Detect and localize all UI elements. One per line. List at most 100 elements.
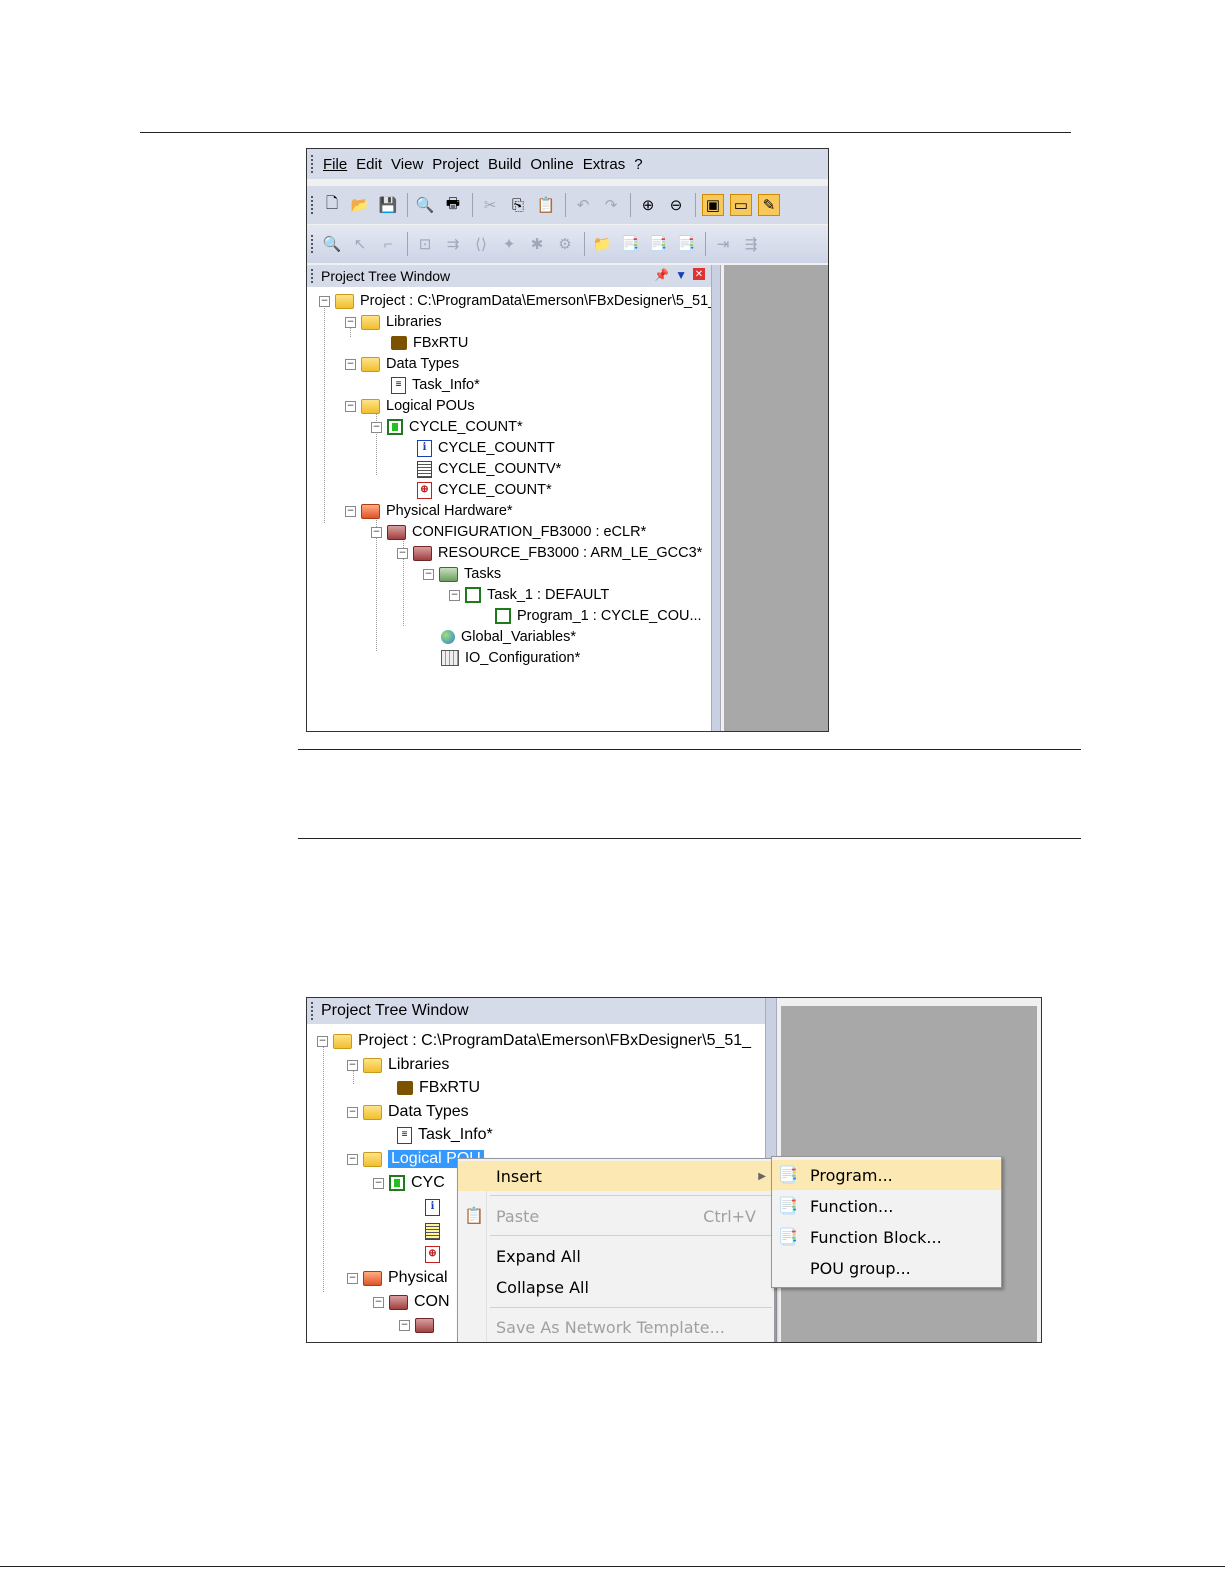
tree-node-task-info[interactable]: ≡ Task_Info* bbox=[391, 375, 480, 395]
menu-item-save-as-network-template[interactable]: Save As Network Template... bbox=[458, 1312, 774, 1342]
tree-node-cycle-countv[interactable] bbox=[425, 1220, 446, 1242]
tree-node-libraries[interactable]: − Libraries bbox=[345, 312, 442, 332]
tree-node-data-types[interactable]: − Data Types bbox=[347, 1101, 469, 1123]
paste-icon[interactable]: 📋 bbox=[535, 194, 557, 216]
tree-node-global-variables[interactable]: Global_Variables* bbox=[441, 627, 576, 647]
open-folder-icon[interactable]: 📂 bbox=[349, 194, 371, 216]
redo-icon[interactable]: ↷ bbox=[600, 194, 622, 216]
menu-help[interactable]: ? bbox=[634, 156, 642, 173]
tree-node-configuration[interactable]: − CON bbox=[373, 1291, 450, 1313]
object-search-icon[interactable]: 🔍 bbox=[321, 233, 343, 255]
tree-node-configuration[interactable]: − CONFIGURATION_FB3000 : eCLR* bbox=[371, 522, 646, 542]
collapse-icon[interactable]: − bbox=[347, 1106, 358, 1118]
menu-item-insert[interactable]: Insert ▶ bbox=[458, 1161, 774, 1191]
close-icon[interactable]: ✕ bbox=[693, 268, 705, 280]
tree-node-fbxrtu[interactable]: FBxRTU bbox=[391, 333, 468, 353]
save-icon[interactable]: 💾 bbox=[377, 194, 399, 216]
menu-file[interactable]: File bbox=[323, 156, 347, 173]
collapse-icon[interactable]: − bbox=[347, 1153, 358, 1165]
submenu-item-pou-group[interactable]: POU group... bbox=[772, 1253, 1001, 1283]
menu-project[interactable]: Project bbox=[432, 156, 479, 173]
zoom-in-icon[interactable]: ⊕ bbox=[637, 194, 659, 216]
collapse-icon[interactable]: − bbox=[345, 505, 356, 517]
menu-view[interactable]: View bbox=[391, 156, 423, 173]
tree-node-program1[interactable]: Program_1 : CYCLE_COU... bbox=[495, 606, 702, 626]
cut-icon[interactable]: ✂ bbox=[479, 194, 501, 216]
insert-function-block-icon[interactable]: 📑 bbox=[675, 233, 697, 255]
dropdown-icon[interactable]: ▼ bbox=[675, 268, 687, 282]
collapse-icon[interactable]: − bbox=[397, 547, 408, 559]
tree-node-cycle-countt[interactable]: i bbox=[425, 1196, 446, 1218]
menu-item-expand-all[interactable]: Expand All bbox=[458, 1241, 774, 1271]
insert-program-icon[interactable]: 📑 bbox=[619, 233, 641, 255]
coil-icon[interactable]: ⟨⟩ bbox=[470, 233, 492, 255]
project-tree-toggle-icon[interactable]: ▣ bbox=[702, 194, 724, 216]
message-window-toggle-icon[interactable]: ▭ bbox=[730, 194, 752, 216]
collapse-icon[interactable]: − bbox=[347, 1059, 358, 1071]
insert-pou-icon[interactable]: 📁 bbox=[591, 233, 613, 255]
code-worksheet-icon: ⊕ bbox=[425, 1245, 440, 1263]
tree-node-project[interactable]: − Project : C:\ProgramData\Emerson\FBxDe… bbox=[319, 291, 716, 311]
collapse-icon[interactable]: − bbox=[449, 589, 460, 601]
insert-step-icon[interactable]: ✦ bbox=[498, 233, 520, 255]
variable-icon[interactable]: ⊡ bbox=[414, 233, 436, 255]
print-preview-icon[interactable]: 🔍 bbox=[414, 194, 436, 216]
menu-build[interactable]: Build bbox=[488, 156, 521, 173]
collapse-icon[interactable]: − bbox=[373, 1177, 384, 1189]
submenu-item-function[interactable]: 📑 Function... bbox=[772, 1191, 1001, 1221]
insert-branch-icon[interactable]: ⚙ bbox=[554, 233, 576, 255]
new-file-icon[interactable]: 🗋 bbox=[321, 194, 343, 216]
collapse-icon[interactable]: − bbox=[345, 316, 356, 328]
tree-node-project[interactable]: − Project : C:\ProgramData\Emerson\FBxDe… bbox=[317, 1030, 751, 1052]
panel-splitter[interactable] bbox=[711, 265, 721, 731]
menu-edit[interactable]: Edit bbox=[356, 156, 382, 173]
step-forward-icon[interactable]: ⇥ bbox=[712, 233, 734, 255]
menu-item-paste[interactable]: 📋 Paste Ctrl+V bbox=[458, 1201, 774, 1231]
collapse-icon[interactable]: − bbox=[347, 1272, 358, 1284]
insert-transition-icon[interactable]: ✱ bbox=[526, 233, 548, 255]
collapse-icon[interactable]: − bbox=[345, 358, 356, 370]
collapse-icon[interactable]: − bbox=[423, 568, 434, 580]
tree-node-resource[interactable]: − bbox=[399, 1314, 440, 1336]
wizard-icon[interactable]: ✎ bbox=[758, 194, 780, 216]
tree-node-logical-pous[interactable]: − Logical POUs bbox=[345, 396, 475, 416]
copy-icon[interactable]: ⎘ bbox=[507, 194, 529, 216]
tree-node-physical-hardware[interactable]: − Physical Hardware* bbox=[345, 501, 513, 521]
tree-node-physical-hardware[interactable]: − Physical bbox=[347, 1267, 448, 1289]
tree-node-fbxrtu[interactable]: FBxRTU bbox=[397, 1077, 480, 1099]
tree-node-io-configuration[interactable]: IO_Configuration* bbox=[441, 648, 580, 668]
print-icon[interactable]: 🖶 bbox=[442, 194, 464, 216]
zoom-out-icon[interactable]: ⊖ bbox=[665, 194, 687, 216]
tree-node-task-info[interactable]: ≡ Task_Info* bbox=[397, 1124, 493, 1146]
tree-node-resource[interactable]: − RESOURCE_FB3000 : ARM_LE_GCC3* bbox=[397, 543, 702, 563]
step-icon[interactable]: ⇶ bbox=[740, 233, 762, 255]
collapse-icon[interactable]: − bbox=[399, 1319, 410, 1331]
tree-node-cycle-count-code[interactable]: ⊕ bbox=[425, 1243, 446, 1265]
menu-online[interactable]: Online bbox=[530, 156, 573, 173]
undo-icon[interactable]: ↶ bbox=[572, 194, 594, 216]
collapse-icon[interactable]: − bbox=[345, 400, 356, 412]
collapse-icon[interactable]: − bbox=[371, 421, 382, 433]
tree-node-cycle-count[interactable]: − CYC bbox=[373, 1172, 445, 1194]
tree-node-cycle-countt[interactable]: i CYCLE_COUNTT bbox=[417, 438, 555, 458]
submenu-item-program[interactable]: 📑 Program... bbox=[772, 1160, 1001, 1190]
collapse-icon[interactable]: − bbox=[319, 295, 330, 307]
pointer-icon[interactable]: ↖ bbox=[349, 233, 371, 255]
menu-item-collapse-all[interactable]: Collapse All bbox=[458, 1272, 774, 1302]
tree-node-data-types[interactable]: − Data Types bbox=[345, 354, 459, 374]
collapse-icon[interactable]: − bbox=[371, 526, 382, 538]
insert-function-icon[interactable]: 📑 bbox=[647, 233, 669, 255]
pin-icon[interactable]: 📌 bbox=[654, 268, 669, 282]
connector-icon[interactable]: ⇉ bbox=[442, 233, 464, 255]
tree-node-tasks[interactable]: − Tasks bbox=[423, 564, 501, 584]
tree-node-cycle-count-code[interactable]: ⊕ CYCLE_COUNT* bbox=[417, 480, 552, 500]
tree-node-cycle-count[interactable]: − CYCLE_COUNT* bbox=[371, 417, 523, 437]
connect-line-icon[interactable]: ⌐ bbox=[377, 233, 399, 255]
tree-node-cycle-countv[interactable]: CYCLE_COUNTV* bbox=[417, 459, 561, 479]
tree-node-task1[interactable]: − Task_1 : DEFAULT bbox=[449, 585, 609, 605]
collapse-icon[interactable]: − bbox=[317, 1035, 328, 1047]
tree-node-libraries[interactable]: − Libraries bbox=[347, 1054, 449, 1076]
submenu-item-function-block[interactable]: 📑 Function Block... bbox=[772, 1222, 1001, 1252]
collapse-icon[interactable]: − bbox=[373, 1296, 384, 1308]
menu-extras[interactable]: Extras bbox=[583, 156, 626, 173]
